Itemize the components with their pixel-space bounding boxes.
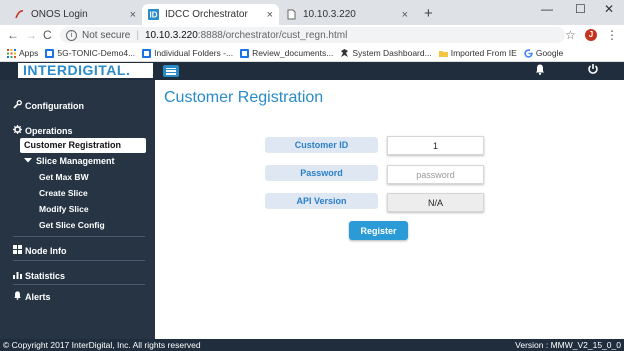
- minimize-button[interactable]: —: [541, 2, 553, 16]
- bell-icon[interactable]: [535, 64, 545, 78]
- power-icon[interactable]: [587, 63, 599, 78]
- info-icon[interactable]: i: [66, 29, 77, 41]
- sidebar-item-label: Configuration: [25, 101, 84, 111]
- folder-icon: [438, 49, 448, 58]
- sidebar-item-get-slice-config[interactable]: Get Slice Config: [39, 220, 105, 230]
- wrench-icon: [13, 100, 23, 111]
- folder-icon: [142, 48, 152, 58]
- register-button[interactable]: Register: [349, 221, 408, 240]
- password-field[interactable]: [387, 165, 484, 184]
- url-host: 10.10.3.220: [144, 29, 198, 41]
- bookmark-apps[interactable]: Apps: [7, 48, 38, 58]
- version-text: Version : MMW_V2_15_0_0: [515, 340, 621, 350]
- dashboard-icon: [340, 48, 349, 58]
- app-footer: © Copyright 2017 InterDigital, Inc. All …: [0, 339, 624, 351]
- bookmark-label: Review_documents...: [252, 48, 334, 58]
- copyright-text: © Copyright 2017 InterDigital, Inc. All …: [3, 340, 201, 350]
- sidebar-item-node-info[interactable]: Node Info: [13, 245, 67, 256]
- tab-idcc-orchestrator[interactable]: ID IDCC Orchestrator ×: [142, 4, 279, 25]
- interdigital-favicon: ID: [148, 9, 159, 20]
- sidebar-item-customer-registration[interactable]: Customer Registration: [20, 138, 146, 153]
- bookmark-system-dashboard[interactable]: System Dashboard...: [340, 48, 432, 58]
- sidebar-item-statistics[interactable]: Statistics: [13, 270, 65, 281]
- main-content: Customer Registration Customer ID Passwo…: [155, 80, 624, 339]
- sidebar-item-modify-slice[interactable]: Modify Slice: [39, 204, 89, 214]
- sidebar-item-get-max-bw[interactable]: Get Max BW: [39, 172, 89, 182]
- grid-icon: [13, 245, 23, 256]
- bar-chart-icon: [13, 270, 23, 281]
- onos-favicon: [14, 9, 25, 20]
- browser-tab-strip: ONOS Login × ID IDCC Orchestrator × 10.1…: [0, 0, 624, 25]
- bookmark-label: Apps: [19, 48, 39, 58]
- bookmark-individual-folders[interactable]: Individual Folders -...: [142, 48, 233, 58]
- apps-grid-icon: [7, 48, 16, 58]
- sidebar-divider: [13, 236, 145, 237]
- customer-id-label: Customer ID: [265, 137, 378, 153]
- api-version-field[interactable]: [387, 193, 484, 212]
- site-icon: [45, 48, 55, 58]
- profile-avatar[interactable]: J: [585, 29, 597, 41]
- sidebar-item-configuration[interactable]: Configuration: [13, 100, 84, 111]
- bookmark-google[interactable]: Google: [524, 48, 563, 58]
- close-icon[interactable]: ×: [267, 9, 273, 21]
- page-favicon: [286, 9, 297, 20]
- svg-text:ID: ID: [150, 11, 158, 20]
- reload-button[interactable]: C: [43, 28, 52, 42]
- sidebar-item-operations[interactable]: Operations: [13, 125, 73, 136]
- window-close-button[interactable]: ✕: [604, 2, 614, 16]
- sidebar-item-label: Alerts: [25, 292, 51, 302]
- bookmark-label: Google: [535, 48, 564, 58]
- back-button[interactable]: ←: [7, 28, 19, 42]
- app-header: INTERDIGITAL.: [0, 62, 624, 80]
- close-icon[interactable]: ×: [402, 9, 408, 21]
- bell-icon: [13, 291, 23, 302]
- sidebar-item-label: Slice Management: [36, 156, 115, 166]
- bookmark-review-documents[interactable]: Review_documents...: [240, 48, 333, 58]
- password-label: Password: [265, 165, 378, 181]
- bookmark-label: Individual Folders -...: [154, 48, 234, 58]
- bookmark-star-icon[interactable]: ☆: [565, 28, 576, 42]
- url-path: :8888/orchestrator/cust_regn.html: [197, 29, 348, 41]
- forward-button[interactable]: →: [25, 28, 37, 42]
- bookmark-label: Imported From IE: [450, 48, 517, 58]
- sidebar-item-label: Node Info: [25, 246, 67, 256]
- sidebar-item-label: Operations: [25, 126, 73, 136]
- browser-menu-icon[interactable]: ⋮: [606, 28, 618, 42]
- close-icon[interactable]: ×: [130, 9, 136, 21]
- tab-label: IDCC Orchestrator: [165, 9, 248, 20]
- bookmark-label: System Dashboard...: [352, 48, 432, 58]
- sidebar: Configuration Operations Customer Regist…: [0, 80, 155, 339]
- interdigital-logo[interactable]: INTERDIGITAL.: [18, 63, 153, 78]
- sidebar-item-slice-management[interactable]: Slice Management: [24, 156, 115, 166]
- browser-toolbar: ← → C i Not secure | 10.10.3.220 :8888/o…: [0, 25, 624, 45]
- sidebar-divider: [13, 284, 145, 285]
- folder-icon: [240, 48, 250, 58]
- google-icon: [524, 48, 533, 58]
- sidebar-divider: [13, 260, 145, 261]
- tab-onos-login[interactable]: ONOS Login ×: [8, 4, 142, 25]
- sidebar-item-alerts[interactable]: Alerts: [13, 291, 51, 302]
- maximize-button[interactable]: ☐: [575, 2, 586, 16]
- bookmark-label: 5G-TONIC-Demo4...: [57, 48, 136, 58]
- bookmark-imported-from-ie[interactable]: Imported From IE: [438, 48, 517, 58]
- customer-id-field[interactable]: [387, 136, 484, 155]
- menu-toggle-icon[interactable]: [163, 65, 179, 77]
- address-separator: |: [136, 29, 139, 41]
- api-version-label: API Version: [265, 193, 378, 209]
- security-label: Not secure: [82, 29, 131, 41]
- bookmarks-bar: Apps 5G-TONIC-Demo4... Individual Folder…: [0, 45, 624, 62]
- app-root: INTERDIGITAL. Configuration Operations C…: [0, 62, 624, 351]
- caret-down-icon: [24, 156, 34, 166]
- tab-label: 10.10.3.220: [303, 9, 356, 20]
- tab-ip-address[interactable]: 10.10.3.220 ×: [280, 4, 414, 25]
- bookmark-5g-tonic[interactable]: 5G-TONIC-Demo4...: [45, 48, 135, 58]
- page-title: Customer Registration: [164, 89, 324, 106]
- sidebar-item-create-slice[interactable]: Create Slice: [39, 188, 88, 198]
- address-bar[interactable]: i Not secure | 10.10.3.220 :8888/orchest…: [60, 27, 565, 43]
- new-tab-button[interactable]: +: [424, 5, 433, 22]
- sidebar-item-label: Statistics: [25, 271, 66, 281]
- tab-label: ONOS Login: [31, 9, 88, 20]
- gear-icon: [13, 125, 23, 136]
